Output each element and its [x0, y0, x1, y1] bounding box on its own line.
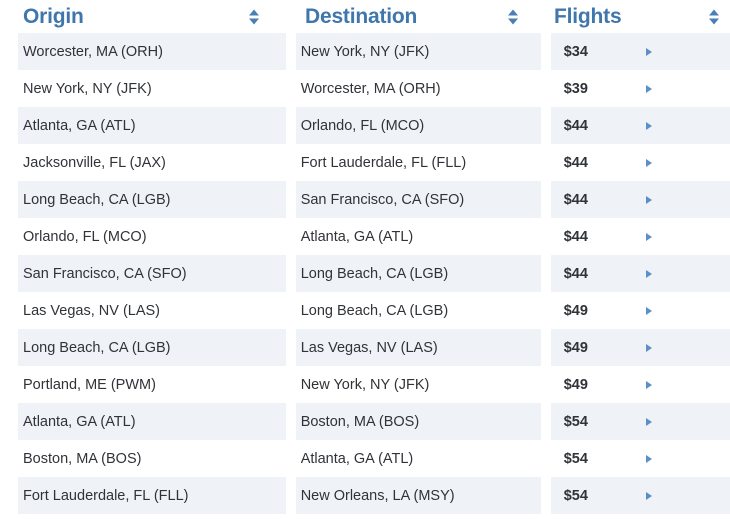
cell-destination: Las Vegas, NV (LAS)	[295, 329, 541, 366]
cell-destination: New York, NY (JFK)	[295, 366, 541, 403]
cell-origin: San Francisco, CA (SFO)	[18, 255, 286, 292]
table-row[interactable]: Worcester, MA (ORH) New York, NY (JFK) $34	[0, 33, 730, 70]
cell-origin: Orlando, FL (MCO)	[18, 218, 286, 255]
caret-right-icon[interactable]	[645, 380, 652, 389]
table-row[interactable]: Orlando, FL (MCO) Atlanta, GA (ATL) $44	[0, 218, 730, 255]
caret-right-icon[interactable]	[645, 343, 652, 352]
sort-updown-icon-destination[interactable]	[507, 9, 518, 24]
table-row[interactable]: Long Beach, CA (LGB) San Francisco, CA (S…	[0, 181, 730, 218]
sort-descending-triangle	[708, 18, 719, 24]
cell-flights: $49	[550, 329, 730, 366]
cell-flights: $34	[550, 33, 730, 70]
cell-origin: Atlanta, GA (ATL)	[18, 107, 286, 144]
caret-right-icon[interactable]	[645, 417, 652, 426]
table-row[interactable]: Las Vegas, NV (LAS) Long Beach, CA (LGB) $…	[0, 292, 730, 329]
column-header-flights[interactable]: Flights	[541, 0, 730, 33]
flight-price: $44	[563, 191, 588, 208]
sort-descending-triangle	[507, 18, 518, 24]
sort-updown-icon-flights[interactable]	[708, 9, 719, 24]
cell-flights: $49	[550, 292, 730, 329]
cell-origin: Las Vegas, NV (LAS)	[18, 292, 286, 329]
cell-destination: San Francisco, CA (SFO)	[295, 181, 541, 218]
cell-origin: New York, NY (JFK)	[18, 70, 286, 107]
caret-right-icon[interactable]	[645, 47, 652, 56]
cell-destination: Boston, MA (BOS)	[295, 403, 541, 440]
table-row[interactable]: Atlanta, GA (ATL) Orlando, FL (MCO) $44	[0, 107, 730, 144]
flight-price: $54	[563, 413, 588, 430]
cell-destination: New Orleans, LA (MSY)	[295, 477, 541, 514]
cell-destination: Orlando, FL (MCO)	[295, 107, 541, 144]
flight-price: $44	[563, 154, 588, 171]
table-row[interactable]: Jacksonville, FL (JAX) Fort Lauderdale, F…	[0, 144, 730, 181]
flight-price: $34	[563, 43, 588, 60]
table-body: Worcester, MA (ORH) New York, NY (JFK) $34…	[0, 33, 730, 514]
caret-right-icon[interactable]	[645, 269, 652, 278]
cell-flights: $54	[550, 477, 730, 514]
flight-price: $44	[563, 228, 588, 245]
cell-destination: Fort Lauderdale, FL (FLL)	[295, 144, 541, 181]
flight-price: $54	[563, 487, 588, 504]
column-header-destination[interactable]: Destination	[282, 0, 541, 33]
flight-price: $49	[563, 339, 588, 356]
cell-origin: Worcester, MA (ORH)	[18, 33, 286, 70]
table-row[interactable]: Long Beach, CA (LGB) Las Vegas, NV (LAS) $…	[0, 329, 730, 366]
table-row[interactable]: Atlanta, GA (ATL) Boston, MA (BOS) $54	[0, 403, 730, 440]
caret-right-icon[interactable]	[645, 306, 652, 315]
sort-ascending-triangle	[507, 9, 518, 15]
cell-flights: $44	[550, 144, 730, 181]
caret-right-icon[interactable]	[645, 454, 652, 463]
flight-price: $44	[563, 265, 588, 282]
caret-right-icon[interactable]	[645, 84, 652, 93]
table-row[interactable]: Fort Lauderdale, FL (FLL) New Orleans, LA…	[0, 477, 730, 514]
cell-destination: New York, NY (JFK)	[295, 33, 541, 70]
caret-right-icon[interactable]	[645, 232, 652, 241]
cell-origin: Long Beach, CA (LGB)	[18, 329, 286, 366]
cell-destination: Long Beach, CA (LGB)	[295, 292, 541, 329]
cell-destination: Atlanta, GA (ATL)	[295, 440, 541, 477]
cell-flights: $44	[550, 255, 730, 292]
flight-price: $39	[563, 80, 588, 97]
flights-table: Origin Destination Flights Worcester, MA…	[0, 0, 730, 519]
column-header-flights-label: Flights	[554, 5, 622, 28]
table-row[interactable]: Portland, ME (PWM) New York, NY (JFK) $49	[0, 366, 730, 403]
column-header-origin[interactable]: Origin	[0, 0, 282, 33]
cell-destination: Worcester, MA (ORH)	[295, 70, 541, 107]
cell-origin: Atlanta, GA (ATL)	[18, 403, 286, 440]
cell-flights: $54	[550, 440, 730, 477]
cell-origin: Portland, ME (PWM)	[18, 366, 286, 403]
cell-destination: Atlanta, GA (ATL)	[295, 218, 541, 255]
cell-origin: Jacksonville, FL (JAX)	[18, 144, 286, 181]
cell-flights: $54	[550, 403, 730, 440]
table-row[interactable]: New York, NY (JFK) Worcester, MA (ORH) $39	[0, 70, 730, 107]
cell-destination: Long Beach, CA (LGB)	[295, 255, 541, 292]
caret-right-icon[interactable]	[645, 121, 652, 130]
flight-price: $54	[563, 450, 588, 467]
table-header-row: Origin Destination Flights	[0, 0, 730, 33]
cell-origin: Long Beach, CA (LGB)	[18, 181, 286, 218]
sort-descending-triangle	[248, 18, 259, 24]
cell-flights: $44	[550, 218, 730, 255]
cell-flights: $39	[550, 70, 730, 107]
sort-ascending-triangle	[708, 9, 719, 15]
cell-origin: Boston, MA (BOS)	[18, 440, 286, 477]
caret-right-icon[interactable]	[645, 491, 652, 500]
caret-right-icon[interactable]	[645, 158, 652, 167]
cell-flights: $44	[550, 107, 730, 144]
table-row[interactable]: San Francisco, CA (SFO) Long Beach, CA (L…	[0, 255, 730, 292]
caret-right-icon[interactable]	[645, 195, 652, 204]
sort-updown-icon-origin[interactable]	[248, 9, 259, 24]
column-header-destination-label: Destination	[305, 5, 418, 28]
flight-price: $49	[563, 376, 588, 393]
flight-price: $49	[563, 302, 588, 319]
sort-ascending-triangle	[248, 9, 259, 15]
cell-origin: Fort Lauderdale, FL (FLL)	[18, 477, 286, 514]
flight-price: $44	[563, 117, 588, 134]
cell-flights: $49	[550, 366, 730, 403]
cell-flights: $44	[550, 181, 730, 218]
table-row[interactable]: Boston, MA (BOS) Atlanta, GA (ATL) $54	[0, 440, 730, 477]
column-header-origin-label: Origin	[23, 5, 84, 28]
